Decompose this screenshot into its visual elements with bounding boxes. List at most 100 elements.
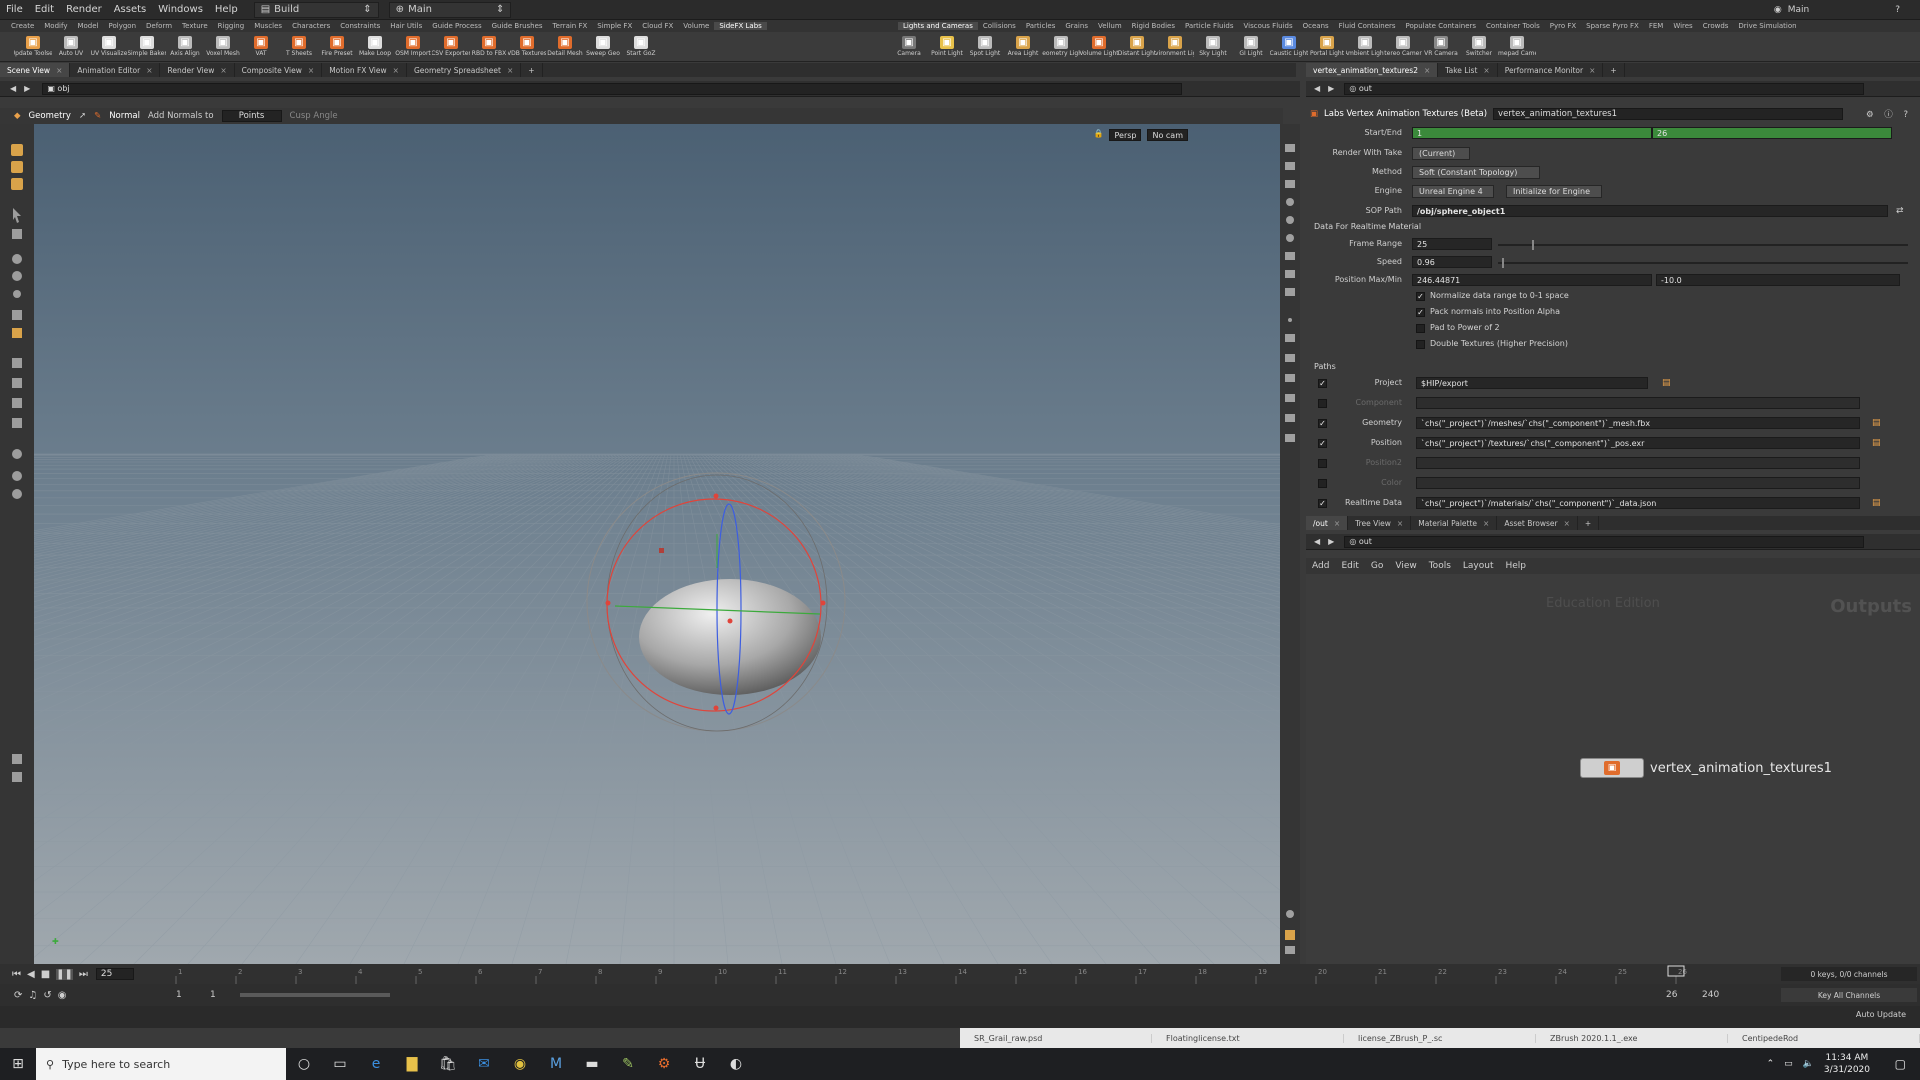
auto-update-button[interactable]: Auto Update bbox=[1856, 1010, 1906, 1019]
shelf-tab[interactable]: Viscous Fluids bbox=[1239, 22, 1298, 30]
close-icon[interactable]: × bbox=[1424, 66, 1430, 75]
terminal-icon[interactable]: ▬ bbox=[574, 1048, 610, 1080]
file-chooser-icon[interactable]: ▤ bbox=[1872, 438, 1881, 448]
file-explorer-icon[interactable]: ▇ bbox=[394, 1048, 430, 1080]
add-tab-button[interactable]: + bbox=[1578, 516, 1600, 530]
tray-chevron-icon[interactable]: ⌃ bbox=[1767, 1059, 1775, 1069]
pane-tab[interactable]: Scene View × bbox=[0, 63, 71, 77]
shelf-tool[interactable]: ▣ Detail Mesh bbox=[546, 36, 584, 57]
menu-item-edit[interactable]: Edit bbox=[29, 4, 60, 15]
shelf-tool[interactable]: ▣ Area Light bbox=[1004, 36, 1042, 57]
sop-path-field[interactable]: /obj/sphere_object1 bbox=[1412, 205, 1888, 217]
node-chooser-icon[interactable]: ⇄ bbox=[1896, 206, 1904, 216]
option-checkbox[interactable]: ✓ bbox=[1416, 292, 1425, 301]
shelf-tab[interactable]: Terrain FX bbox=[548, 22, 593, 30]
shelf-tab[interactable]: Wires bbox=[1668, 22, 1697, 30]
menu-item-file[interactable]: File bbox=[0, 4, 29, 15]
close-icon[interactable]: × bbox=[220, 66, 226, 75]
shelf-tab[interactable]: Create bbox=[6, 22, 39, 30]
path-field[interactable] bbox=[1416, 457, 1860, 469]
current-frame-field[interactable]: 25 bbox=[95, 968, 134, 980]
close-icon[interactable]: × bbox=[1483, 66, 1489, 75]
shelf-tool[interactable]: ▣ OSM Import bbox=[394, 36, 432, 57]
shelf-tab[interactable]: Particle Fluids bbox=[1180, 22, 1239, 30]
network-icon[interactable]: ▭ bbox=[1784, 1059, 1793, 1069]
pane-tab[interactable]: Material Palette × bbox=[1411, 516, 1498, 530]
shelf-tool[interactable]: ▣ VR Camera bbox=[1422, 36, 1460, 57]
right-path-field[interactable]: ◎ out bbox=[1344, 82, 1865, 95]
arrow-tool-icon[interactable]: ➚ bbox=[79, 111, 86, 121]
network-editor[interactable]: /out × Tree View × Material Palette × Asset Br… bbox=[1306, 516, 1920, 964]
node-name-field[interactable]: vertex_animation_textures1 bbox=[1493, 108, 1844, 120]
maya-icon[interactable]: M bbox=[538, 1048, 574, 1080]
vat-node[interactable]: ▣ bbox=[1580, 758, 1644, 778]
position-max-field[interactable]: 246.44871 bbox=[1412, 274, 1652, 286]
shelf-tool[interactable]: ▣Stereo Camera bbox=[1384, 36, 1422, 57]
shelf-tool[interactable]: ▣ CSV Exporter bbox=[432, 36, 470, 57]
shelf-tab[interactable]: Deform bbox=[141, 22, 177, 30]
shelf-tool[interactable]: ▣Update Toolset bbox=[14, 36, 52, 57]
left-path-field[interactable]: ▣ obj bbox=[42, 82, 1183, 95]
path-enable-checkbox[interactable] bbox=[1318, 479, 1327, 488]
net-menu-item[interactable]: Go bbox=[1365, 561, 1389, 571]
path-field[interactable]: `chs("_project")`/textures/`chs("_compon… bbox=[1416, 437, 1860, 449]
close-icon[interactable]: × bbox=[1397, 519, 1403, 528]
taskbar-thumbnail[interactable]: license_ZBrush_P_.sc bbox=[1344, 1033, 1536, 1043]
shelf-tab[interactable]: Rigging bbox=[213, 22, 250, 30]
close-icon[interactable]: × bbox=[308, 66, 314, 75]
gear-icon[interactable]: ⚙ ⓘ ? bbox=[1866, 108, 1912, 120]
menu-item-windows[interactable]: Windows bbox=[152, 4, 209, 15]
left-tool-icons[interactable] bbox=[0, 124, 34, 964]
speed-slider[interactable] bbox=[1498, 258, 1908, 268]
render-take-select[interactable]: (Current) bbox=[1412, 147, 1470, 160]
reverse-play-icon[interactable]: ◀ bbox=[27, 969, 35, 980]
close-icon[interactable]: × bbox=[1589, 66, 1595, 75]
pane-tab[interactable]: Composite View × bbox=[235, 63, 323, 77]
houdini-icon[interactable]: ⚙ bbox=[646, 1048, 682, 1080]
range-end[interactable]: 26 bbox=[1666, 990, 1677, 1000]
menu-item-assets[interactable]: Assets bbox=[108, 4, 153, 15]
taskbar-thumbnail[interactable]: CentipedeRod bbox=[1728, 1033, 1920, 1043]
key-all-channels-button[interactable]: Key All Channels bbox=[1781, 988, 1917, 1002]
shelf-tool[interactable]: ▣ Volume Light bbox=[1080, 36, 1118, 57]
shelf-tab[interactable]: Guide Brushes bbox=[487, 22, 548, 30]
shelf-tab[interactable]: Drive Simulation bbox=[1733, 22, 1801, 30]
path-enable-checkbox[interactable] bbox=[1318, 459, 1327, 468]
frame-range-field[interactable]: 25 bbox=[1412, 238, 1492, 250]
pane-tab[interactable]: Tree View × bbox=[1348, 516, 1412, 530]
back-arrow-icon[interactable]: ◀ bbox=[1314, 84, 1320, 93]
network-canvas[interactable]: Education Edition Outputs ▣ vertex_anima… bbox=[1306, 574, 1920, 964]
taskbar-thumbnail[interactable]: ZBrush 2020.1.1_.exe bbox=[1536, 1033, 1728, 1043]
path-field[interactable]: `chs("_project")`/meshes/`chs("_componen… bbox=[1416, 417, 1860, 429]
net-menu-item[interactable]: Help bbox=[1500, 561, 1533, 571]
shelf-tool[interactable]: ▣ Distant Light bbox=[1118, 36, 1156, 57]
net-menu-item[interactable]: View bbox=[1389, 561, 1422, 571]
shelf-tool[interactable]: ▣ UV Visualize bbox=[90, 36, 128, 57]
shelf-tab[interactable]: SideFX Labs bbox=[714, 22, 767, 30]
shelf-tab[interactable]: Polygon bbox=[104, 22, 142, 30]
pivot-marker[interactable] bbox=[659, 548, 664, 553]
frame-ruler[interactable]: 1 2 3 4 5 6 7 8 9 10 11 12 13 14 15 16 17 18 19 20 21 22 23 24 2… bbox=[168, 964, 1698, 984]
clock[interactable]: 11:34 AM 3/31/2020 bbox=[1824, 1052, 1870, 1076]
shelf-tab[interactable]: Crowds bbox=[1698, 22, 1734, 30]
stop-icon[interactable]: ■ bbox=[41, 969, 50, 980]
path-enable-checkbox[interactable]: ✓ bbox=[1318, 439, 1327, 448]
path-enable-checkbox[interactable]: ✓ bbox=[1318, 379, 1327, 388]
shelf-tab[interactable]: Lights and Cameras bbox=[898, 22, 978, 30]
help-icon[interactable]: ? bbox=[1895, 5, 1900, 15]
edge-icon[interactable]: e bbox=[358, 1048, 394, 1080]
initialize-engine-button[interactable]: Initialize for Engine bbox=[1506, 185, 1602, 198]
close-icon[interactable]: × bbox=[1334, 519, 1340, 528]
taskbar-thumbnail[interactable]: Floatinglicense.txt bbox=[1152, 1033, 1344, 1043]
shelf-tab[interactable]: Vellum bbox=[1093, 22, 1127, 30]
windows-start-icon[interactable]: ⊞ bbox=[0, 1048, 36, 1080]
shelf-tab[interactable]: Muscles bbox=[249, 22, 287, 30]
camera-menu[interactable]: No cam bbox=[1147, 129, 1188, 141]
shelf-tool[interactable]: ▣ Make Loop bbox=[356, 36, 394, 57]
forward-arrow-icon[interactable]: ▶ bbox=[1328, 537, 1334, 546]
shelf-tool[interactable]: ▣ Sweep Geo bbox=[584, 36, 622, 57]
viewport-canvas[interactable]: ✚ bbox=[34, 124, 1280, 964]
forward-arrow-icon[interactable]: ▶ bbox=[1328, 84, 1334, 93]
shelf-tab[interactable]: Texture bbox=[177, 22, 213, 30]
display-tool-icons[interactable] bbox=[1280, 124, 1300, 964]
